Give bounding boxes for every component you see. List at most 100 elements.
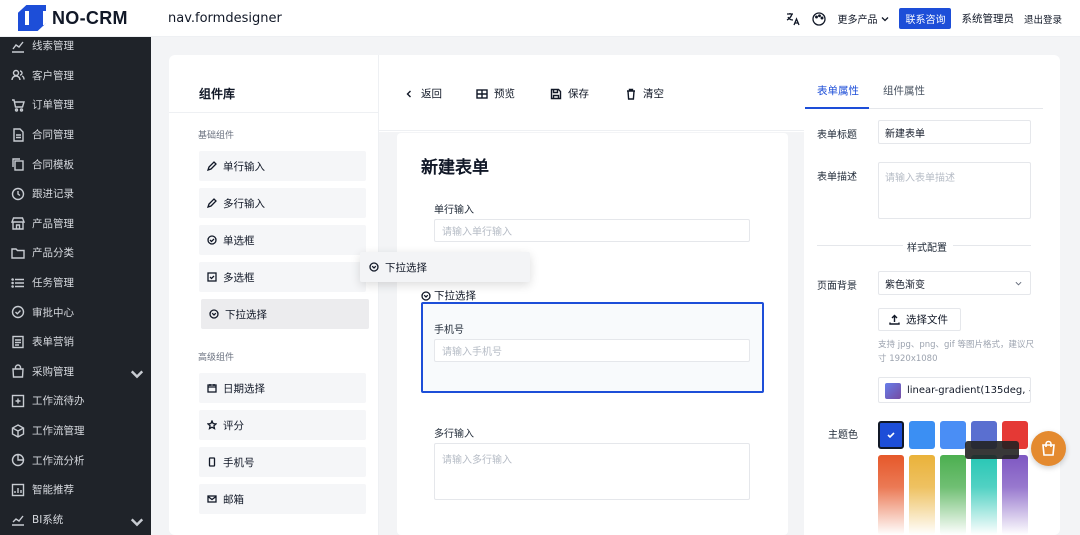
lib-item-label: 多行输入 <box>223 197 265 210</box>
gradient-input[interactable]: linear-gradient(135deg, #6 <box>878 377 1031 403</box>
upload-file-button[interactable]: 选择文件 <box>878 308 961 331</box>
pie-icon <box>11 453 25 467</box>
component-library: 组件库 基础组件 单行输入 多行输入 单选框 多选框 下拉选择 高级组件 日期选… <box>169 55 379 535</box>
mail-icon <box>207 495 217 503</box>
sidebar-item[interactable]: 客户管理 <box>0 61 151 91</box>
sidebar-item[interactable]: 产品管理 <box>0 209 151 239</box>
form-title[interactable]: 新建表单 <box>421 153 489 178</box>
lib-item-label: 邮箱 <box>223 493 244 506</box>
lib-item-date[interactable]: 日期选择 <box>199 373 366 403</box>
sidebar-item[interactable]: 合同管理 <box>0 120 151 150</box>
pencil-icon <box>207 161 217 171</box>
sidebar-item[interactable]: 审批中心 <box>0 297 151 327</box>
back-button[interactable]: 返回 <box>403 86 442 101</box>
sidebar-item[interactable]: 采购管理 <box>0 357 151 387</box>
theme-color-swatch[interactable] <box>909 421 935 449</box>
chevron-circle-icon <box>209 309 219 319</box>
upload-hint: 支持 jpg、png、gif 等图片格式，建议尺寸 1920x1080 <box>878 340 1034 364</box>
lib-item-rating[interactable]: 评分 <box>199 410 366 440</box>
translate-icon[interactable] <box>785 11 801 27</box>
top-right-actions: 更多产品 联系咨询 系统管理员 退出登录 <box>785 8 1062 29</box>
form-desc-input[interactable]: 请输入表单描述 <box>878 162 1031 219</box>
sidebar-item[interactable]: 工作流分析 <box>0 445 151 475</box>
save-icon <box>550 88 562 99</box>
theme-color-swatch[interactable] <box>971 455 997 535</box>
upload-label: 选择文件 <box>906 314 948 326</box>
floating-cart-button[interactable] <box>1031 431 1066 466</box>
sidebar-item[interactable]: 表单营销 <box>0 327 151 357</box>
clear-button[interactable]: 清空 <box>625 86 664 101</box>
form-title-input[interactable]: 新建表单 <box>878 120 1031 144</box>
library-title: 组件库 <box>199 87 236 101</box>
theme-color-swatch[interactable] <box>878 455 904 535</box>
advanced-section-label: 高级组件 <box>198 353 235 363</box>
theme-color-swatch[interactable] <box>878 421 904 449</box>
field-textarea[interactable]: 请输入多行输入 <box>434 443 750 500</box>
theme-color-swatch[interactable] <box>940 455 966 535</box>
field-phone-input[interactable]: 请输入手机号 <box>434 339 750 362</box>
pencil-icon <box>207 198 217 208</box>
designer-toolbar: 返回 预览 保存 清空 <box>379 55 804 131</box>
trash-icon <box>627 88 635 100</box>
lib-item-multi-input[interactable]: 多行输入 <box>199 188 366 218</box>
save-label: 保存 <box>568 88 589 100</box>
save-button[interactable]: 保存 <box>550 86 589 101</box>
lib-item-select[interactable]: 下拉选择 <box>201 299 369 329</box>
basic-section-label: 基础组件 <box>198 131 235 141</box>
lib-item-phone[interactable]: 手机号 <box>199 447 366 477</box>
sidebar-item[interactable]: 跟进记录 <box>0 179 151 209</box>
lib-item-checkbox[interactable]: 多选框 <box>199 262 366 292</box>
library-divider <box>169 112 379 113</box>
logo[interactable]: NO-CRM <box>18 5 128 31</box>
sidebar-item-label: 合同模板 <box>32 158 74 171</box>
drop-indicator-label: 下拉选择 <box>434 290 476 302</box>
chart-line-icon <box>12 41 24 53</box>
tab-component-properties[interactable]: 组件属性 <box>883 83 925 109</box>
page-bg-select[interactable]: 紫色渐变 <box>878 271 1031 295</box>
tab-form-properties[interactable]: 表单属性 <box>805 83 869 109</box>
preview-button[interactable]: 预览 <box>476 86 515 101</box>
lib-item-email[interactable]: 邮箱 <box>199 484 366 514</box>
sidebar-item[interactable]: BI系统 <box>0 505 151 535</box>
sidebar-item-label: BI系统 <box>32 513 64 526</box>
field-label-phone: 手机号 <box>434 325 464 336</box>
theme-color-swatch[interactable] <box>1002 455 1028 535</box>
back-label: 返回 <box>421 88 442 100</box>
sidebar-item-label: 任务管理 <box>32 277 74 290</box>
sidebar-item[interactable]: 产品分类 <box>0 238 151 268</box>
sidebar-item[interactable]: 工作流待办 <box>0 386 151 416</box>
more-products-menu[interactable]: 更多产品 <box>837 11 889 26</box>
lib-item-single-input[interactable]: 单行输入 <box>199 151 366 181</box>
style-section-title: 样式配置 <box>903 239 951 254</box>
shopping-bag-icon <box>1042 440 1055 456</box>
sidebar-item[interactable]: 任务管理 <box>0 268 151 298</box>
palette-icon[interactable] <box>811 11 827 27</box>
check-icon <box>887 432 895 439</box>
lib-item-label: 多选框 <box>223 271 255 284</box>
history-icon <box>11 187 25 200</box>
upload-icon <box>889 314 900 325</box>
bar-chart-icon <box>12 515 24 526</box>
chevron-circle-icon <box>369 262 379 272</box>
lib-item-radio[interactable]: 单选框 <box>199 225 366 255</box>
sidebar-item-label: 工作流待办 <box>32 395 85 408</box>
theme-color-swatch[interactable] <box>940 421 966 449</box>
calendar-icon <box>207 384 217 393</box>
divider-line-left <box>817 245 903 246</box>
sidebar-item[interactable]: 合同模板 <box>0 149 151 179</box>
store-icon <box>11 217 25 231</box>
page-bg-label: 页面背景 <box>817 281 857 292</box>
user-name[interactable]: 系统管理员 <box>961 11 1014 26</box>
sidebar-item[interactable]: 智能推荐 <box>0 475 151 505</box>
sidebar-item[interactable]: 订单管理 <box>0 90 151 120</box>
sidebar-item[interactable]: 工作流管理 <box>0 416 151 446</box>
field-single-input[interactable]: 请输入单行输入 <box>434 219 750 242</box>
sidebar-item-label: 采购管理 <box>32 365 74 378</box>
sidebar-item[interactable]: 线索管理 <box>0 31 151 61</box>
sidebar-item-label: 审批中心 <box>32 306 74 319</box>
check-circle-icon <box>11 305 25 319</box>
cart-icon <box>12 99 25 112</box>
theme-color-swatch[interactable] <box>909 455 935 535</box>
contact-button[interactable]: 联系咨询 <box>899 8 952 29</box>
logout-link[interactable]: 退出登录 <box>1024 12 1062 26</box>
